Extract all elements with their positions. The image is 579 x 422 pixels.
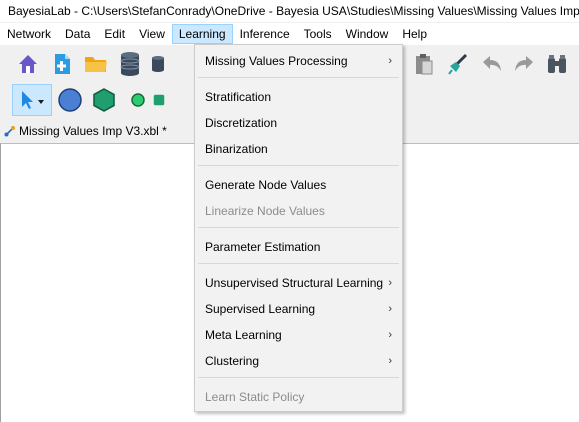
menu-learning[interactable]: Learning <box>171 24 233 44</box>
add-decision-node-button[interactable] <box>90 86 118 114</box>
add-small-node-button[interactable] <box>124 86 152 114</box>
menu-item-label: Meta Learning <box>205 328 282 342</box>
menu-item-clustering[interactable]: Clustering › <box>195 349 402 373</box>
learning-menu: Missing Values Processing › Stratificati… <box>194 44 403 412</box>
selection-tool-button[interactable] <box>12 84 52 116</box>
submenu-arrow-icon: › <box>388 277 392 289</box>
database-2-icon <box>152 56 164 72</box>
menu-tools[interactable]: Tools <box>297 24 339 44</box>
submenu-arrow-icon: › <box>388 55 392 67</box>
menu-edit[interactable]: Edit <box>97 24 132 44</box>
menu-separator <box>198 377 399 378</box>
menu-item-binarization[interactable]: Binarization <box>195 137 402 161</box>
menu-separator <box>198 77 399 78</box>
menu-item-label: Unsupervised Structural Learning <box>205 276 384 290</box>
hexagon-node-icon <box>93 88 115 112</box>
menu-item-label: Missing Values Processing <box>205 54 348 68</box>
document-tab-label: Missing Values Imp V3.xbl * <box>19 124 167 138</box>
submenu-arrow-icon: › <box>388 329 392 341</box>
home-button[interactable] <box>14 50 42 78</box>
menu-bar: Network Data Edit View Learning Inferenc… <box>0 23 579 45</box>
find-button[interactable] <box>543 50 571 78</box>
add-node-extra-button[interactable] <box>152 86 166 114</box>
menu-help[interactable]: Help <box>395 24 434 44</box>
menu-item-label: Generate Node Values <box>205 178 327 192</box>
menu-item-label: Learn Static Policy <box>205 390 305 404</box>
menu-inference[interactable]: Inference <box>233 24 297 44</box>
menu-item-stratification[interactable]: Stratification <box>195 85 402 109</box>
menu-item-label: Binarization <box>205 142 268 156</box>
paste-button[interactable] <box>410 50 438 78</box>
home-icon <box>19 55 37 73</box>
menu-data[interactable]: Data <box>58 24 97 44</box>
menu-item-label: Discretization <box>205 116 278 130</box>
menu-item-label: Stratification <box>205 90 272 104</box>
database-icon <box>120 52 140 76</box>
title-bar: BayesiaLab - C:\Users\StefanConrady\OneD… <box>0 0 579 22</box>
menu-item-label: Parameter Estimation <box>205 240 321 254</box>
binoculars-icon <box>548 55 566 73</box>
new-file-icon <box>55 54 70 74</box>
menu-item-learn-static-policy: Learn Static Policy <box>195 385 402 409</box>
clipboard-icon <box>416 54 433 75</box>
submenu-arrow-icon: › <box>388 355 392 367</box>
new-network-button[interactable] <box>48 50 76 78</box>
small-circle-node-icon <box>131 93 145 107</box>
circle-node-icon <box>58 88 82 112</box>
document-tab[interactable]: Missing Values Imp V3.xbl * <box>0 120 167 142</box>
redo-icon <box>515 56 533 71</box>
menu-item-linearize-node-values: Linearize Node Values <box>195 199 402 223</box>
menu-view[interactable]: View <box>132 24 172 44</box>
open-folder-icon <box>85 57 107 72</box>
menu-item-label: Linearize Node Values <box>205 204 325 218</box>
undo-button[interactable] <box>478 50 506 78</box>
network-file-icon <box>4 126 15 137</box>
add-node-button[interactable] <box>56 86 84 114</box>
menu-separator <box>198 165 399 166</box>
window-title: BayesiaLab - C:\Users\StefanConrady\OneD… <box>8 4 579 18</box>
menu-item-label: Supervised Learning <box>205 302 316 316</box>
selection-arrow-icon <box>22 91 44 109</box>
menu-item-generate-node-values[interactable]: Generate Node Values <box>195 173 402 197</box>
undo-icon <box>483 56 501 71</box>
menu-item-missing-values-processing[interactable]: Missing Values Processing › <box>195 49 402 73</box>
database-2-button[interactable] <box>150 50 166 78</box>
menu-separator <box>198 227 399 228</box>
redo-button[interactable] <box>510 50 538 78</box>
database-button[interactable] <box>116 50 144 78</box>
menu-item-meta-learning[interactable]: Meta Learning › <box>195 323 402 347</box>
square-node-icon <box>153 94 165 106</box>
menu-network[interactable]: Network <box>0 24 58 44</box>
menu-item-supervised-learning[interactable]: Supervised Learning › <box>195 297 402 321</box>
menu-item-unsupervised-structural-learning[interactable]: Unsupervised Structural Learning › <box>195 271 402 295</box>
clean-button[interactable] <box>444 50 472 78</box>
menu-item-discretization[interactable]: Discretization <box>195 111 402 135</box>
menu-item-parameter-estimation[interactable]: Parameter Estimation <box>195 235 402 259</box>
menu-window[interactable]: Window <box>339 24 396 44</box>
menu-separator <box>198 263 399 264</box>
submenu-arrow-icon: › <box>388 303 392 315</box>
menu-item-label: Clustering <box>205 354 260 368</box>
open-button[interactable] <box>82 50 110 78</box>
broom-icon <box>448 53 468 75</box>
